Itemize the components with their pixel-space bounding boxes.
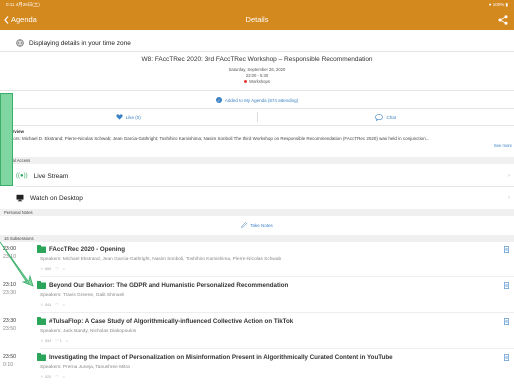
document-icon[interactable] xyxy=(504,318,509,325)
subsession-item[interactable]: 23:50 0:10 Investigating the Impact of P… xyxy=(0,350,514,385)
virtual-access-header: Virtual Access xyxy=(0,157,514,164)
divider xyxy=(40,312,514,313)
chat-outline-icon: ○ xyxy=(62,266,65,271)
heart-outline-icon: ♡ 1 xyxy=(55,339,62,343)
battery-percent: 100% xyxy=(492,2,505,7)
document-icon[interactable] xyxy=(504,354,509,361)
subsession-end: 0:10 xyxy=(3,362,14,368)
green-folder-icon xyxy=(37,245,46,253)
attending-count: ☺ 844 xyxy=(40,302,52,307)
attending-count: ☺ 834 xyxy=(40,338,52,343)
personal-notes-header: Personal Notes xyxy=(0,209,514,216)
tag-dot-icon xyxy=(244,80,248,83)
watch-desktop-row[interactable]: Watch on Desktop › xyxy=(0,190,514,206)
divider xyxy=(0,51,514,52)
monitor-icon xyxy=(16,194,24,202)
annotation-callout-box xyxy=(0,93,13,186)
subsession-title: FAccTRec 2020 - Opening xyxy=(49,246,125,253)
chat-outline-icon: ○ xyxy=(62,374,65,379)
page-title: Details xyxy=(245,15,269,24)
subsession-end: 23:50 xyxy=(3,326,16,332)
subsession-item[interactable]: 23:10 23:30 Beyond Our Behavior: The GDP… xyxy=(0,278,514,314)
timezone-text: Displaying details in your time zone xyxy=(29,39,131,47)
event-tag: Workshops xyxy=(0,79,514,84)
heart-outline-icon: ♡ xyxy=(55,303,59,307)
check-icon: ✓ xyxy=(215,97,222,103)
live-stream-row[interactable]: ((●)) Live Stream › xyxy=(0,168,514,184)
nav-bar: Agenda Details xyxy=(0,10,514,30)
chevron-right-icon: › xyxy=(508,195,510,201)
chevron-right-icon: › xyxy=(508,173,510,179)
green-folder-icon xyxy=(37,353,46,361)
subsession-meta: ☺ 844 ♡ ○ xyxy=(40,302,65,308)
status-bar: 0:11 4月26日(土) ● 100% ▮ xyxy=(0,0,514,10)
live-stream-label: Live Stream xyxy=(33,172,69,180)
divider xyxy=(0,108,514,109)
subsession-meta: ☺ 825 ♡ ○ xyxy=(40,374,65,380)
attending-count: ☺ 886 xyxy=(40,266,52,271)
subsession-start: 23:50 xyxy=(3,354,16,360)
timezone-row: Displaying details in your time zone xyxy=(0,36,514,50)
battery-icon: ▮ xyxy=(505,2,508,7)
event-time: 23:00 - 5:30 xyxy=(245,73,269,78)
share-icon[interactable] xyxy=(498,15,508,25)
subsession-meta: ☺ 886 ♡ ○ xyxy=(40,266,65,272)
document-icon[interactable] xyxy=(504,282,509,289)
subsession-start: 23:30 xyxy=(3,318,16,324)
like-chat-bar: Like (0) Chat xyxy=(0,110,514,124)
divider xyxy=(40,348,514,349)
subsession-speakers: Speakers: Michael Ekstrand, Jean Garcia-… xyxy=(40,257,282,262)
watch-desktop-label: Watch on Desktop xyxy=(30,194,83,202)
chat-label: Chat xyxy=(386,114,396,120)
event-date: Saturday, September 26, 2020 xyxy=(228,67,286,72)
subsession-meta: ☺ 834 ♡ 1 ○ xyxy=(40,338,69,344)
divider xyxy=(40,276,514,277)
green-folder-icon xyxy=(37,317,46,325)
see-more-link[interactable]: See more xyxy=(494,143,512,148)
green-folder-icon xyxy=(37,281,46,289)
subsession-speakers: Speakers: Jack Bandy, Nicholas Diakopoul… xyxy=(40,329,137,334)
subsession-item[interactable]: 23:00 23:10 FAccTRec 2020 - Opening Spea… xyxy=(0,242,514,278)
my-agenda-status[interactable]: ✓ Added to My Agenda (874 attending) xyxy=(0,95,514,105)
divider xyxy=(16,186,514,187)
divider xyxy=(0,90,514,91)
subsessions-header: 16 Subsessions xyxy=(0,235,514,242)
chat-outline-icon: ○ xyxy=(65,338,69,343)
chat-bubble-icon xyxy=(375,113,384,121)
heart-outline-icon: ♡ xyxy=(55,267,59,271)
status-time: 0:11 4月26日(土) xyxy=(6,2,40,7)
document-icon[interactable] xyxy=(504,246,509,253)
heart-icon xyxy=(116,114,123,120)
subsession-speakers: Speakers: Travis Greene, Galit Shmueli xyxy=(40,293,125,298)
chat-outline-icon: ○ xyxy=(62,302,65,307)
heart-outline-icon: ♡ xyxy=(55,375,59,379)
event-tag-label: Workshops xyxy=(249,79,270,84)
take-notes-label: Take Notes xyxy=(250,222,273,228)
subsession-title: Investigating the Impact of Personalizat… xyxy=(49,354,393,361)
like-label: Like (0) xyxy=(125,114,141,120)
pencil-icon xyxy=(241,222,248,228)
agenda-status-label: Added to My Agenda (874 attending) xyxy=(224,97,299,103)
live-broadcast-icon: ((●)) xyxy=(16,173,28,179)
annotation-arrow-icon xyxy=(0,241,34,287)
overview-text: Authors: Michael D. Ekstrand; Pierre-Nic… xyxy=(4,136,430,141)
status-right: ● 100% ▮ xyxy=(489,2,508,8)
subsession-item[interactable]: 23:30 23:50 #TulsaFlop: A Case Study of … xyxy=(0,314,514,350)
take-notes-button[interactable]: Take Notes xyxy=(0,220,514,230)
like-button[interactable]: Like (0) xyxy=(0,110,257,124)
divider xyxy=(0,125,514,126)
subsession-title: #TulsaFlop: A Case Study of Algorithmica… xyxy=(49,318,294,325)
globe-icon xyxy=(16,39,24,47)
chat-button[interactable]: Chat xyxy=(258,110,514,124)
attending-count: ☺ 825 xyxy=(40,374,52,379)
subsession-end: 23:30 xyxy=(3,290,16,296)
wifi-icon: ● xyxy=(488,2,492,7)
subsession-title: Beyond Our Behavior: The GDPR and Humani… xyxy=(49,282,289,289)
event-title: W8: FAccTRec 2020: 3rd FAccTRec Workshop… xyxy=(141,56,373,63)
subsession-speakers: Speakers: Prerna Juneja, Tanushree Mitra xyxy=(40,365,130,370)
